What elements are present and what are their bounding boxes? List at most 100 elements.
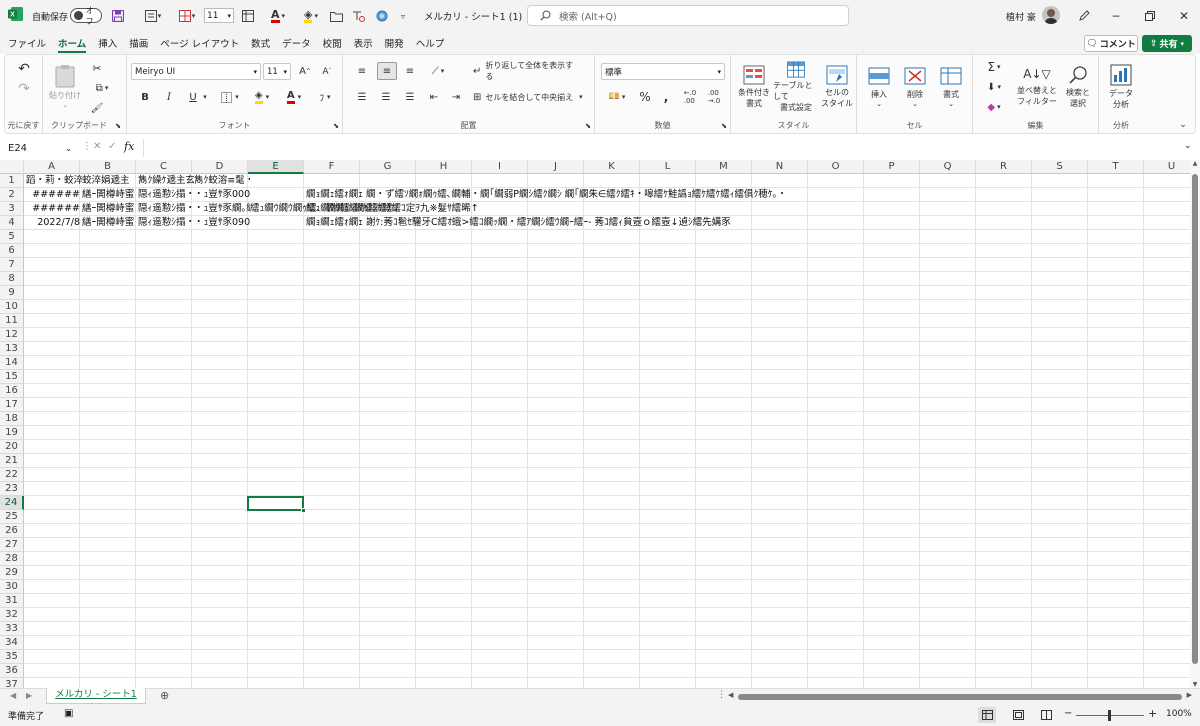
sheet-tab-active[interactable]: メルカリ - シート1 (1): [46, 688, 146, 714]
row-header-9[interactable]: 9: [0, 286, 24, 300]
row-header-12[interactable]: 12: [0, 328, 24, 342]
dialog-launcher-icon[interactable]: ⬊: [719, 121, 729, 131]
row-header-1[interactable]: 1: [0, 174, 24, 188]
pen-icon[interactable]: [1076, 5, 1092, 27]
vertical-scrollbar[interactable]: ▲ ▼: [1190, 160, 1200, 688]
dialog-launcher-icon[interactable]: ⬊: [331, 121, 341, 131]
cell-c4[interactable]: 隠ｨ遥懃ｼ搨・莠区: [138, 216, 194, 230]
column-header-a[interactable]: A: [24, 160, 80, 174]
fill-handle[interactable]: [301, 508, 306, 513]
copy-icon[interactable]: ⧉ ▾: [89, 80, 115, 96]
cancel-icon[interactable]: ✕: [93, 141, 101, 152]
increase-indent-icon[interactable]: ⇥: [447, 89, 465, 105]
page-break-view-icon[interactable]: [1038, 707, 1054, 723]
table-icon[interactable]: [240, 5, 256, 27]
column-header-d[interactable]: D: [192, 160, 248, 174]
column-header-e[interactable]: E: [248, 160, 304, 174]
row-header-21[interactable]: 21: [0, 454, 24, 468]
row-header-35[interactable]: 35: [0, 650, 24, 664]
decrease-font-icon[interactable]: Aˇ: [319, 63, 335, 80]
add-sheet-icon[interactable]: ⊕: [160, 689, 169, 702]
scroll-left-icon[interactable]: ◀: [728, 691, 733, 699]
form-icon[interactable]: ▾: [143, 5, 163, 27]
column-header-b[interactable]: B: [80, 160, 136, 174]
font-color-icon[interactable]: A ▾: [281, 89, 307, 105]
record-icon[interactable]: [374, 5, 390, 27]
decrease-indent-icon[interactable]: ⇤: [425, 89, 443, 105]
horizontal-scroll-thumb[interactable]: [738, 694, 1182, 700]
align-bottom-icon[interactable]: ≡: [401, 63, 419, 79]
font-name-select[interactable]: Meiryo UI ▾: [131, 63, 261, 80]
user-name[interactable]: 植村 豪: [1006, 10, 1036, 23]
row-header-28[interactable]: 28: [0, 552, 24, 566]
row-header-8[interactable]: 8: [0, 272, 24, 286]
align-right-icon[interactable]: ☰: [401, 89, 419, 105]
cell-a4[interactable]: 2022/7/8: [26, 216, 80, 230]
comment-button[interactable]: 🗨 コメント: [1084, 35, 1138, 52]
align-top-icon[interactable]: ≡: [353, 63, 371, 79]
accessibility-icon[interactable]: ▣: [64, 708, 73, 719]
cell-d4[interactable]: ・ｭ豈ｻ豕090": [194, 216, 250, 230]
row-header-17[interactable]: 17: [0, 398, 24, 412]
insert-function-icon[interactable]: fx: [124, 140, 134, 153]
bold-button[interactable]: B: [137, 89, 153, 105]
column-header-r[interactable]: R: [976, 160, 1032, 174]
align-center-icon[interactable]: ☰: [377, 89, 395, 105]
format-painter-icon[interactable]: 🖌: [89, 100, 105, 116]
cell-b1[interactable]: 蛟淬娟遞主: [82, 174, 130, 188]
minimize-icon[interactable]: ─: [1104, 5, 1128, 27]
row-header-19[interactable]: 19: [0, 426, 24, 440]
tab-developer[interactable]: 開発: [379, 32, 410, 54]
normal-view-icon[interactable]: [978, 707, 996, 723]
increase-font-icon[interactable]: A ^: [297, 63, 313, 80]
paste-button[interactable]: 貼り付け ⌄: [49, 61, 81, 111]
cell-b4[interactable]: 繕ｰ閧樽峙蜜: [82, 216, 134, 230]
row-header-7[interactable]: 7: [0, 258, 24, 272]
cell-d1[interactable]: 雋ｸ蛟溶≡髦・鐚倩ｱ・: [194, 174, 250, 188]
enter-icon[interactable]: ✓: [108, 141, 116, 152]
cell-f3[interactable]: 繧ｭ繝ｳ繝ｩ繧ｹ繧ｼ繧ｹ繧ｺ定ｦ九※髮ｻ繧晞↑: [306, 202, 479, 216]
row-header-24[interactable]: 24: [0, 496, 24, 510]
cell-c1[interactable]: 雋ｸ繰ｹ遞主玄蛻・: [138, 174, 194, 188]
currency-icon[interactable]: 💴 ▾: [603, 89, 631, 105]
tab-help[interactable]: ヘルプ: [410, 32, 451, 54]
column-header-m[interactable]: M: [696, 160, 752, 174]
analyze-data-button[interactable]: データ 分析: [1103, 61, 1139, 113]
row-header-3[interactable]: 3: [0, 202, 24, 216]
borders-icon[interactable]: ▾: [217, 89, 243, 105]
avatar[interactable]: [1042, 6, 1060, 24]
worksheet-grid[interactable]: ABCDEFGHIJKLMNOPQRSTU 1 2 3 4 5 6 7 8 9 10 11 12 13 1…: [0, 160, 1190, 688]
underline-button[interactable]: U: [185, 89, 201, 105]
scroll-up-icon[interactable]: ▲: [1190, 160, 1200, 167]
row-header-14[interactable]: 14: [0, 356, 24, 370]
tab-page-layout[interactable]: ページ レイアウト: [154, 32, 245, 54]
increase-decimal-icon[interactable]: ←.0.00: [681, 89, 699, 105]
decrease-decimal-icon[interactable]: .00 →.0: [705, 89, 723, 105]
horizontal-scrollbar[interactable]: ◀ ▶: [728, 691, 1192, 702]
row-header-23[interactable]: 23: [0, 482, 24, 496]
tab-draw[interactable]: 描画: [123, 32, 154, 54]
restore-icon[interactable]: [1138, 5, 1162, 27]
vertical-scroll-thumb[interactable]: [1192, 174, 1198, 664]
autosum-icon[interactable]: Σ ▾: [981, 59, 1007, 75]
underline-dropdown-icon[interactable]: ▾: [201, 89, 209, 105]
fill-color-quick-icon[interactable]: ◈ ▾: [300, 5, 322, 27]
page-layout-view-icon[interactable]: [1010, 707, 1026, 723]
cut-icon[interactable]: ✂: [89, 60, 105, 76]
row-header-11[interactable]: 11: [0, 314, 24, 328]
search-box[interactable]: 検索 (Alt+Q): [527, 5, 849, 26]
cell-a1[interactable]: 蹈・莉・蛟淬ｷ: [26, 174, 82, 188]
clear-icon[interactable]: ◆ ▾: [981, 99, 1007, 115]
align-middle-icon[interactable]: ≡: [377, 62, 397, 80]
row-header-29[interactable]: 29: [0, 566, 24, 580]
row-header-18[interactable]: 18: [0, 412, 24, 426]
row-header-15[interactable]: 15: [0, 370, 24, 384]
tab-view[interactable]: 表示: [348, 32, 379, 54]
zoom-slider[interactable]: [1076, 710, 1144, 721]
cell-b3[interactable]: 繕ｰ閧樽峙蜜: [82, 202, 134, 216]
fill-icon[interactable]: ⬇ ▾: [981, 79, 1007, 95]
next-sheet-icon[interactable]: ▶: [26, 691, 32, 700]
cell-d3[interactable]: ・ｭ豈ｻ豕繝｡繝ｪ繧ｫ繝ｪ: [194, 202, 250, 216]
cell-b2[interactable]: 繕ｰ閧樽峙蜜: [82, 188, 134, 202]
row-header-32[interactable]: 32: [0, 608, 24, 622]
